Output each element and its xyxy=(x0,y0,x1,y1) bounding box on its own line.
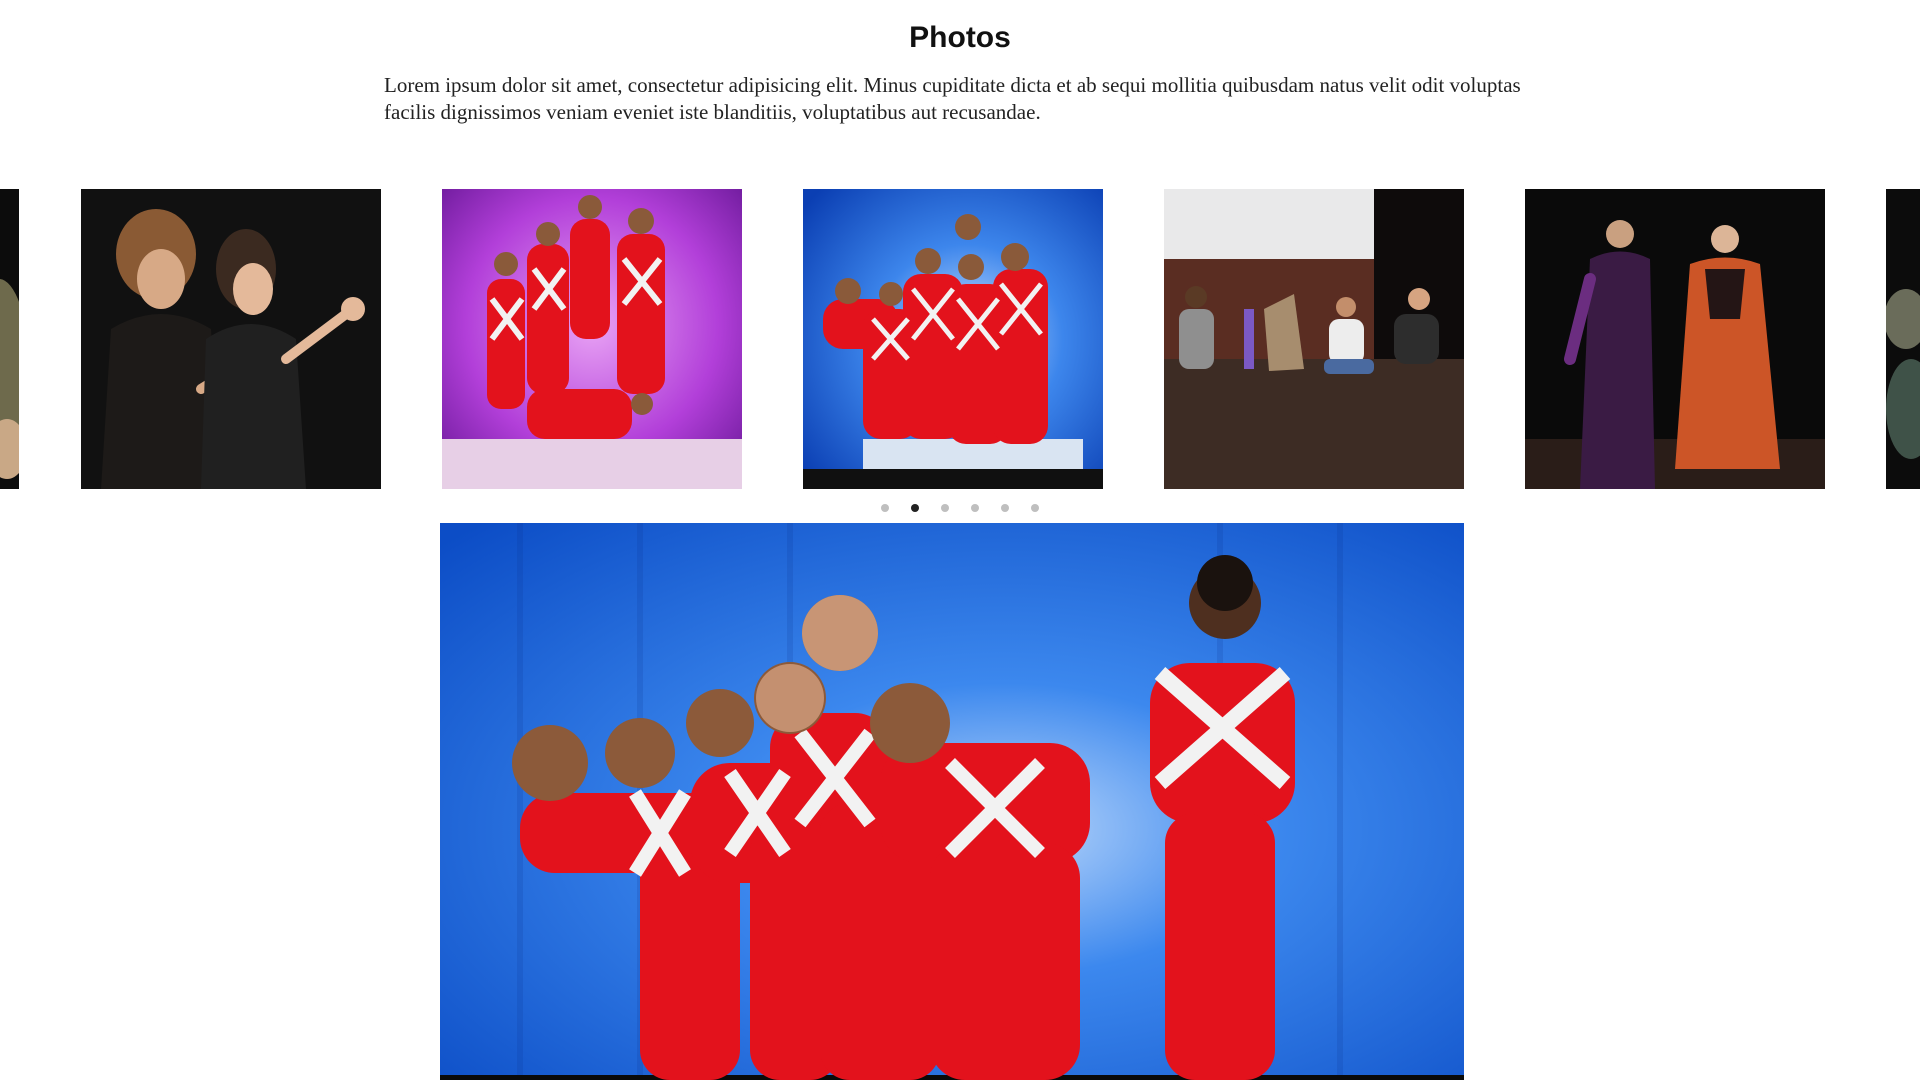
slide-photo xyxy=(442,189,742,489)
featured-photo xyxy=(440,523,1464,1080)
section-title: Photos xyxy=(909,21,1011,54)
carousel-dot-3[interactable] xyxy=(941,504,949,512)
carousel-pagination xyxy=(0,501,1920,515)
slide-photo xyxy=(803,189,1103,489)
photo-carousel[interactable] xyxy=(0,189,1920,489)
section-intro: Lorem ipsum dolor sit amet, consectetur … xyxy=(384,73,1521,124)
carousel-dot-4[interactable] xyxy=(971,504,979,512)
carousel-slide-partial-left[interactable] xyxy=(0,189,19,489)
carousel-slide-3[interactable] xyxy=(803,189,1103,489)
carousel-slide-4[interactable] xyxy=(1164,189,1464,489)
slide-photo xyxy=(81,189,381,489)
carousel-dot-2[interactable] xyxy=(911,504,919,512)
carousel-dot-6[interactable] xyxy=(1031,504,1039,512)
slide-photo xyxy=(1164,189,1464,489)
carousel-dot-5[interactable] xyxy=(1001,504,1009,512)
carousel-slide-partial-right[interactable] xyxy=(1886,189,1920,489)
carousel-dot-1[interactable] xyxy=(881,504,889,512)
carousel-slide-2[interactable] xyxy=(442,189,742,489)
slide-photo xyxy=(1886,189,1920,489)
featured-photo-image xyxy=(440,523,1464,1080)
carousel-slide-1[interactable] xyxy=(81,189,381,489)
carousel-slide-5[interactable] xyxy=(1525,189,1825,489)
slide-photo xyxy=(1525,189,1825,489)
slide-photo xyxy=(0,189,19,489)
